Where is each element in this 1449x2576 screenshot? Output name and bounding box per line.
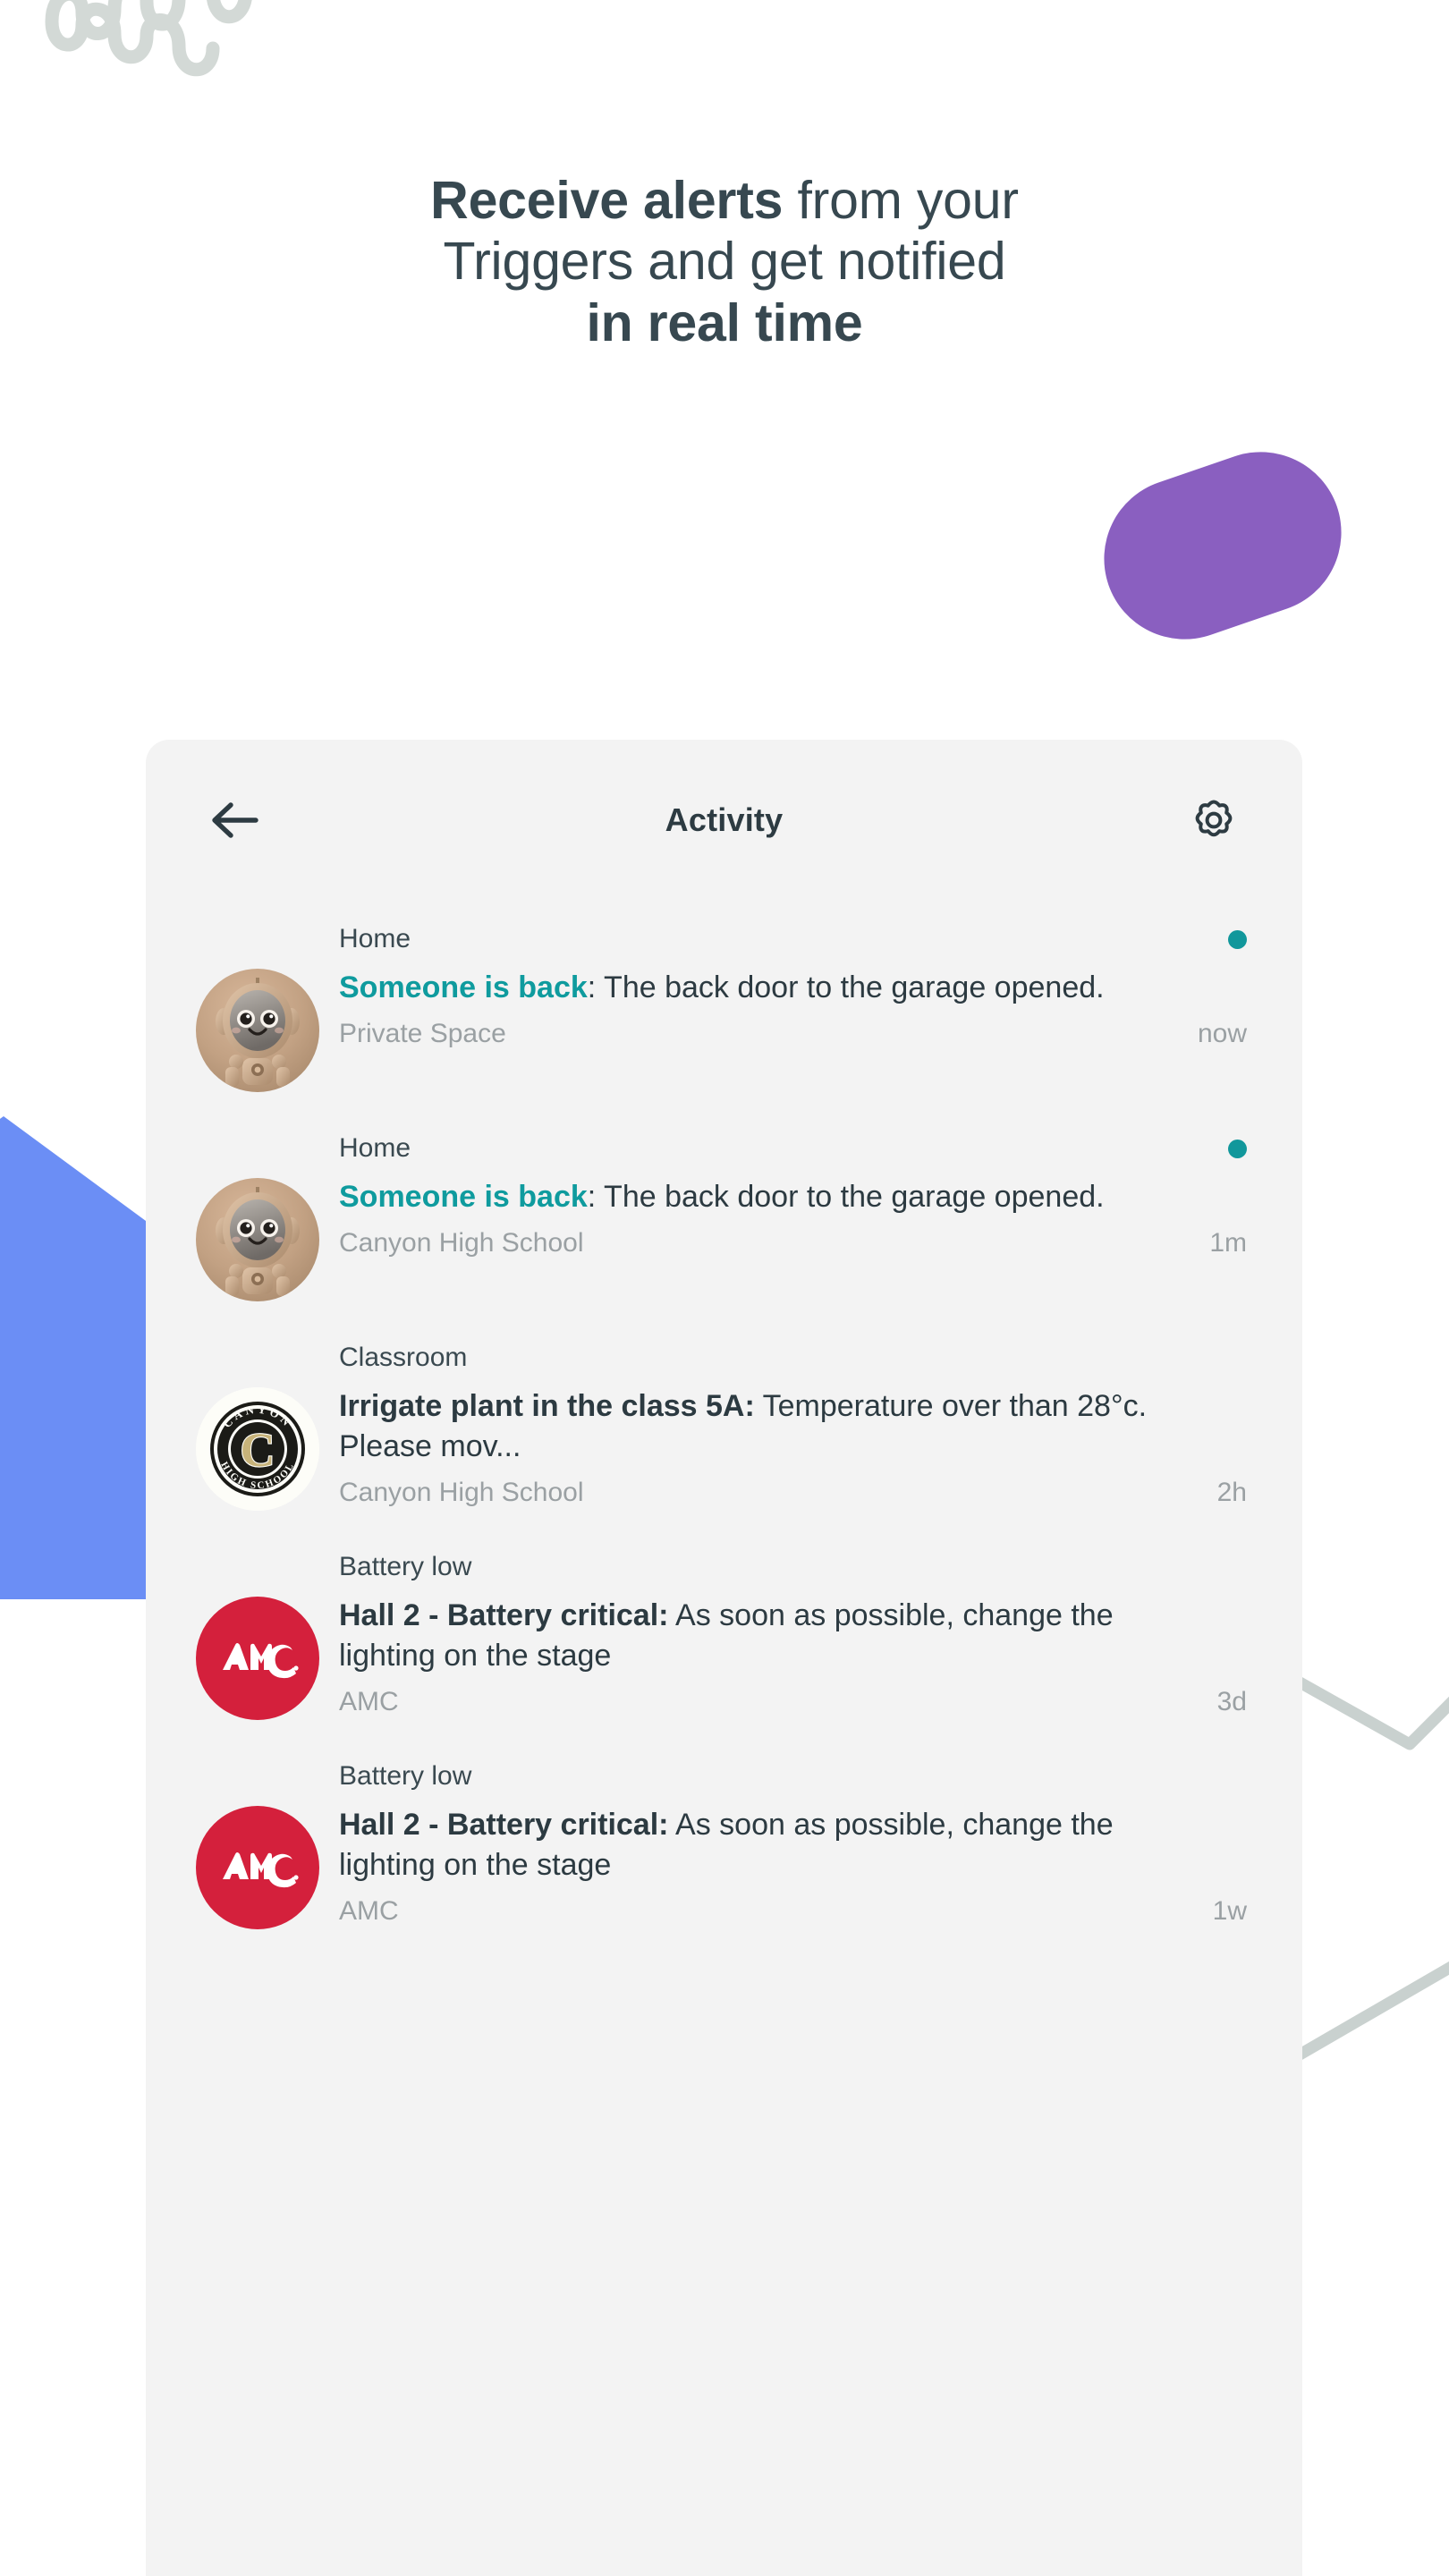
headline-bold-lead: Receive alerts — [430, 171, 784, 230]
canyon-high-school-logo: CANYON HIGH SCHOOL C — [196, 1387, 319, 1511]
avatar — [196, 1597, 319, 1720]
notification-body: Battery low Hall 2 - Battery critical: As… — [339, 1756, 1247, 1927]
notification-category: Battery low — [339, 1552, 472, 1581]
blue-polygon-decoration — [0, 1116, 159, 1599]
notification-body: Classroom Irrigate plant in the class 5A:… — [339, 1337, 1247, 1508]
svg-text:C: C — [241, 1423, 275, 1477]
notification-footer: Canyon High School 2h — [339, 1478, 1247, 1508]
notification-category: Home — [339, 924, 411, 953]
notification-text: : The back door to the garage opened. — [587, 1180, 1105, 1214]
arrow-left-icon — [212, 802, 258, 838]
grey-chevron-decoration-icon — [1295, 1637, 1449, 2209]
avatar — [196, 969, 319, 1092]
notification-source: AMC — [339, 1895, 399, 1926]
notification-timestamp: now — [1197, 1018, 1247, 1048]
headline-line1-rest: from your — [783, 171, 1019, 230]
squiggle-decoration-icon — [45, 0, 252, 77]
notification-body: Battery low Hall 2 - Battery critical: As… — [339, 1546, 1247, 1717]
notification-message: Hall 2 - Battery critical: As soon as po… — [339, 1805, 1247, 1885]
notification-message: Irrigate plant in the class 5A: Temperat… — [339, 1386, 1247, 1467]
avatar — [196, 1178, 319, 1301]
notification-item[interactable]: Home Someone is back: The back door to th… — [146, 901, 1302, 1110]
notification-message: Someone is back: The back door to the ga… — [339, 1140, 1247, 1217]
notification-footer: AMC 1w — [339, 1896, 1247, 1927]
activity-screen-card: Activity Home Someone is back: The back … — [146, 740, 1302, 2576]
notification-item[interactable]: CANYON HIGH SCHOOL C Classroom Irrigate p… — [146, 1319, 1302, 1529]
notification-footer: Private Space now — [339, 1019, 1247, 1049]
notification-text: : The back door to the garage opened. — [587, 970, 1105, 1004]
amc-logo — [196, 1806, 319, 1929]
notification-timestamp: 1m — [1209, 1227, 1247, 1258]
back-button[interactable] — [199, 785, 269, 855]
notification-lead: Irrigate plant in the class 5A: — [339, 1389, 755, 1423]
notification-source: Private Space — [339, 1018, 506, 1048]
notification-category: Home — [339, 1133, 411, 1163]
notification-body: Home Someone is back: The back door to th… — [339, 1128, 1247, 1258]
notification-message: Hall 2 - Battery critical: As soon as po… — [339, 1596, 1247, 1676]
notification-source: AMC — [339, 1686, 399, 1716]
page-title: Receive alerts from your Triggers and ge… — [0, 170, 1449, 353]
unread-indicator-dot — [1228, 1140, 1247, 1158]
notification-lead: Hall 2 - Battery critical: — [339, 1808, 669, 1842]
notification-footer: Canyon High School 1m — [339, 1228, 1247, 1258]
notification-message: Someone is back: The back door to the ga… — [339, 930, 1247, 1008]
notification-category: Classroom — [339, 1343, 468, 1372]
avatar: CANYON HIGH SCHOOL C — [196, 1387, 319, 1511]
headline-bold-tail: in real time — [586, 292, 863, 352]
notification-lead: Hall 2 - Battery critical: — [339, 1598, 669, 1632]
unread-indicator-dot — [1228, 930, 1247, 949]
notification-item[interactable]: Battery low Hall 2 - Battery critical: As… — [146, 1529, 1302, 1738]
notification-source: Canyon High School — [339, 1227, 584, 1258]
page-title-activity: Activity — [665, 801, 784, 838]
notification-body: Home Someone is back: The back door to th… — [339, 919, 1247, 1049]
avatar — [196, 1806, 319, 1929]
notification-list: Home Someone is back: The back door to th… — [146, 901, 1302, 1947]
card-header: Activity — [146, 740, 1302, 901]
notification-item[interactable]: Battery low Hall 2 - Battery critical: As… — [146, 1738, 1302, 1947]
amc-logo — [196, 1597, 319, 1720]
settings-button[interactable] — [1179, 785, 1249, 855]
robot-avatar — [196, 1178, 319, 1301]
headline-line2: Triggers and get notified — [443, 232, 1006, 292]
purple-blob-decoration — [1082, 429, 1363, 662]
notification-lead: Someone is back — [339, 1180, 588, 1214]
notification-category: Battery low — [339, 1761, 472, 1791]
notification-lead: Someone is back — [339, 970, 588, 1004]
promo-screenshot: Receive alerts from your Triggers and ge… — [0, 0, 1449, 2576]
notification-item[interactable]: Home Someone is back: The back door to th… — [146, 1110, 1302, 1319]
robot-avatar — [196, 969, 319, 1092]
gear-icon — [1195, 800, 1233, 837]
notification-timestamp: 3d — [1216, 1686, 1247, 1716]
notification-footer: AMC 3d — [339, 1687, 1247, 1717]
notification-timestamp: 2h — [1216, 1477, 1247, 1507]
notification-source: Canyon High School — [339, 1477, 584, 1507]
notification-timestamp: 1w — [1212, 1895, 1247, 1926]
